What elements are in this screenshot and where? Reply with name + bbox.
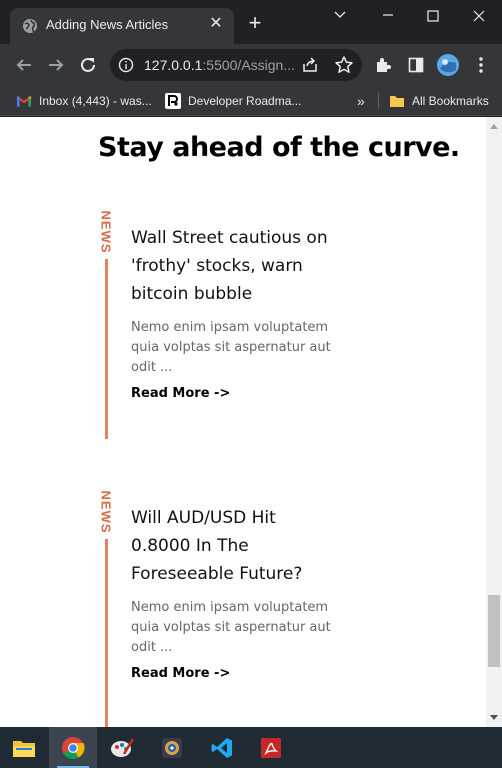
star-icon[interactable] — [334, 55, 354, 75]
reload-icon[interactable] — [76, 53, 100, 77]
article-title[interactable]: Wall Street cautious on 'frothy' stocks,… — [131, 224, 331, 308]
all-bookmarks-label: All Bookmarks — [412, 94, 489, 108]
bookmark-inbox[interactable]: Inbox (4,443) - was... — [16, 92, 152, 110]
scrollbar-thumb[interactable] — [488, 595, 500, 667]
gmail-icon — [16, 96, 32, 107]
tab-close-icon[interactable]: ✕ — [206, 14, 226, 34]
file-explorer-icon[interactable] — [0, 727, 48, 768]
page-scrollbar[interactable] — [486, 117, 502, 727]
back-icon[interactable] — [12, 53, 36, 77]
new-tab-button[interactable]: + — [244, 12, 266, 35]
accent-line — [105, 539, 108, 727]
scroll-down-arrow-icon[interactable] — [490, 715, 498, 720]
os-taskbar — [0, 727, 502, 768]
folder-icon — [390, 96, 404, 107]
browser-titlebar: Adding News Articles ✕ + — [0, 0, 502, 44]
bookmarks-divider — [378, 93, 379, 109]
chevron-down-icon[interactable] — [324, 4, 356, 28]
forward-icon[interactable] — [44, 53, 68, 77]
page-heading: Stay ahead of the curve. — [98, 132, 460, 163]
article-excerpt: Nemo enim ipsam voluptatem quia volptas … — [131, 600, 331, 655]
app-icon[interactable] — [148, 727, 196, 768]
url-text: 127.0.0.1:5500/Assign... — [144, 57, 294, 73]
share-icon[interactable] — [301, 56, 319, 74]
news-tag: NEWS — [98, 210, 114, 254]
news-article: NEWS Will AUD/USD Hit 0.8000 In The Fore… — [96, 489, 336, 727]
bookmarks-overflow-button[interactable]: » — [357, 92, 365, 110]
globe-icon — [23, 19, 37, 33]
site-info-icon[interactable] — [118, 57, 134, 73]
article-excerpt: Nemo enim ipsam voluptatem quia volptas … — [131, 320, 331, 375]
bookmark-label: Developer Roadma... — [188, 94, 302, 108]
read-more-link[interactable]: Read More -> — [131, 386, 230, 401]
browser-tab[interactable]: Adding News Articles ✕ — [10, 8, 234, 44]
vscode-icon[interactable] — [198, 727, 246, 768]
profile-avatar[interactable] — [436, 53, 460, 77]
pdf-reader-icon[interactable] — [247, 727, 295, 768]
extensions-icon[interactable] — [371, 53, 395, 77]
bookmarks-bar: Inbox (4,443) - was... Developer Roadma.… — [0, 86, 502, 116]
tab-title: Adding News Articles — [46, 17, 169, 32]
minimize-icon[interactable] — [372, 4, 404, 28]
news-tag: NEWS — [98, 490, 114, 534]
sidepanel-icon[interactable] — [404, 53, 428, 77]
address-bar[interactable]: 127.0.0.1:5500/Assign... — [110, 49, 362, 81]
all-bookmarks-button[interactable]: All Bookmarks — [389, 92, 489, 110]
close-icon[interactable] — [463, 4, 495, 28]
article-title[interactable]: Will AUD/USD Hit 0.8000 In The Foreseeab… — [131, 504, 331, 588]
chrome-icon[interactable] — [49, 727, 97, 768]
news-article: NEWS Wall Street cautious on 'frothy' st… — [96, 209, 336, 449]
accent-line — [105, 259, 108, 439]
paint-icon[interactable] — [98, 727, 146, 768]
page-viewport: Stay ahead of the curve. NEWS Wall Stree… — [0, 117, 486, 727]
bookmark-label: Inbox (4,443) - was... — [39, 94, 152, 108]
roadmap-icon — [165, 93, 181, 109]
read-more-link[interactable]: Read More -> — [131, 666, 230, 681]
scroll-up-arrow-icon[interactable] — [490, 124, 498, 129]
menu-icon[interactable] — [469, 53, 493, 77]
browser-toolbar: 127.0.0.1:5500/Assign... — [0, 44, 502, 86]
maximize-icon[interactable] — [417, 4, 449, 28]
bookmark-developer-roadmap[interactable]: Developer Roadma... — [165, 92, 301, 110]
